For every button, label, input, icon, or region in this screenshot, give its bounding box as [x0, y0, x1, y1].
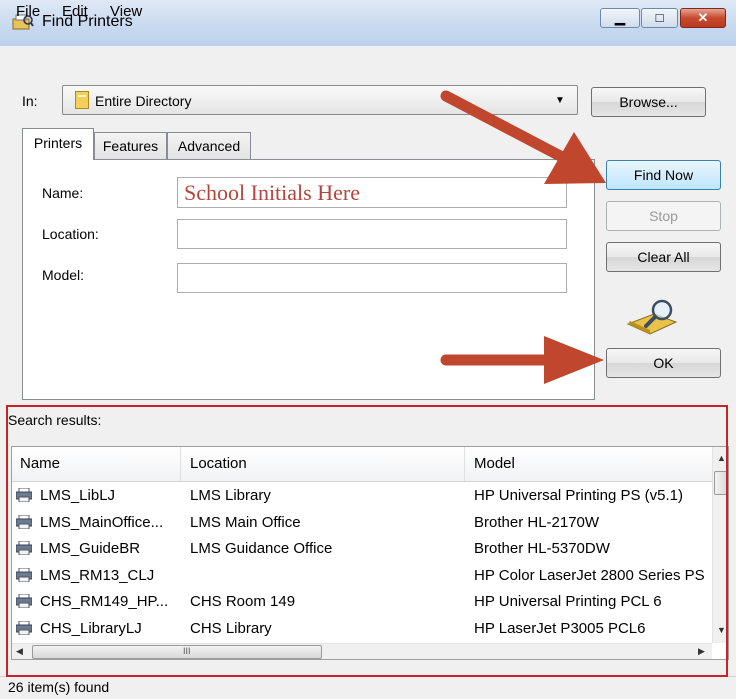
results-list-header: Name Location Model [12, 447, 712, 482]
tab-features[interactable]: Features [94, 132, 167, 159]
cell-model: HP Color LaserJet 2800 Series PS [474, 566, 705, 584]
minimize-icon: ▁ [615, 10, 625, 25]
name-label: Name: [42, 185, 84, 201]
column-separator[interactable] [180, 447, 181, 481]
tab-printers[interactable]: Printers [22, 128, 94, 160]
column-header-location[interactable]: Location [190, 455, 247, 472]
search-magnifier-icon [626, 299, 678, 335]
model-input[interactable] [177, 263, 567, 293]
printer-icon [16, 488, 32, 502]
stop-button[interactable]: Stop [606, 201, 721, 231]
cell-location: LMS Main Office [190, 513, 301, 531]
cell-name: LMS_GuideBR [40, 540, 141, 557]
printer-icon [16, 620, 32, 635]
location-input[interactable] [177, 219, 567, 249]
cell-location: LMS Guidance Office [190, 540, 333, 557]
cell-name: LMS_LibLJ [40, 487, 116, 504]
cell-model: HP LaserJet P3005 PCL6 [474, 619, 646, 637]
menu-edit[interactable]: Edit [62, 3, 88, 20]
column-header-name[interactable]: Name [20, 455, 60, 472]
menu-bar [0, 46, 736, 70]
annotation-arrow-ok [440, 336, 604, 384]
table-row[interactable]: CHS_RM149_HP... CHS Room 149 HP Universal … [12, 589, 712, 613]
cell-name: CHS_RM149_HP... [40, 593, 169, 610]
in-label: In: [22, 93, 38, 109]
cell-name: CHS_LibraryLJ [40, 619, 142, 637]
table-row[interactable]: LMS_GuideBR LMS Guidance Office Brother HL… [12, 536, 712, 560]
cell-location: CHS Library [190, 619, 272, 637]
maximize-button[interactable]: □ [641, 8, 678, 28]
table-row[interactable]: LMS_MainOffice... LMS Main Office Brother … [12, 510, 712, 534]
cell-location: LMS Library [190, 487, 271, 504]
status-bar [0, 676, 736, 699]
cell-model: HP Universal Printing PS (v5.1) [474, 487, 683, 504]
results-list[interactable]: Name Location Model LMS_LibLJ LMS Library… [11, 446, 729, 660]
cell-model: HP Universal Printing PCL 6 [474, 593, 662, 610]
cell-model: Brother HL-5370DW [474, 540, 610, 557]
location-label: Location: [42, 226, 99, 242]
scroll-up-icon[interactable]: ▲ [717, 453, 726, 463]
ok-button[interactable]: OK [606, 348, 721, 378]
cell-location: CHS Room 149 [190, 593, 296, 610]
annotation-arrow-find-now [440, 90, 606, 184]
printer-icon [16, 594, 32, 608]
cell-name: LMS_RM13_CLJ [40, 566, 155, 584]
scroll-down-icon[interactable]: ▼ [717, 625, 726, 635]
scroll-grip-icon: III [183, 646, 191, 656]
scroll-right-icon[interactable]: ▶ [698, 646, 705, 657]
horizontal-scroll-thumb[interactable]: III [32, 645, 322, 659]
column-separator[interactable] [464, 447, 465, 481]
minimize-button[interactable]: ▁ [600, 8, 640, 28]
menu-view[interactable]: View [110, 3, 142, 20]
table-row[interactable]: LMS_RM13_CLJ HP Color LaserJet 2800 Serie… [12, 563, 712, 587]
table-row[interactable]: CHS_LibraryLJ CHS Library HP LaserJet P300… [12, 616, 712, 640]
printer-icon [16, 514, 32, 529]
printer-icon [16, 567, 32, 582]
cell-name: LMS_MainOffice... [40, 513, 164, 531]
scroll-left-icon[interactable]: ◀ [16, 646, 23, 657]
name-input-value: School Initials Here [184, 180, 360, 205]
close-button[interactable]: ✕ [680, 8, 726, 28]
column-header-model[interactable]: Model [474, 455, 515, 472]
vertical-scroll-thumb[interactable] [714, 471, 728, 495]
status-text: 26 item(s) found [8, 679, 110, 695]
menu-file[interactable]: File [16, 3, 40, 20]
vertical-scrollbar[interactable]: ▲ ▼ [712, 447, 728, 643]
cell-model: Brother HL-2170W [474, 513, 600, 531]
search-results-label: Search results: [8, 412, 102, 428]
tab-advanced[interactable]: Advanced [167, 132, 251, 159]
in-dropdown-value: Entire Directory [95, 93, 192, 109]
horizontal-scrollbar[interactable]: ◀ III ▶ [12, 643, 712, 659]
table-row[interactable]: LMS_LibLJ LMS Library HP Universal Printin… [12, 483, 712, 507]
find-now-button[interactable]: Find Now [606, 160, 721, 190]
close-icon: ✕ [697, 10, 709, 25]
directory-icon [75, 91, 89, 109]
clear-all-button[interactable]: Clear All [606, 242, 721, 272]
printer-icon [16, 541, 32, 555]
maximize-icon: □ [655, 10, 664, 25]
model-label: Model: [42, 267, 85, 283]
